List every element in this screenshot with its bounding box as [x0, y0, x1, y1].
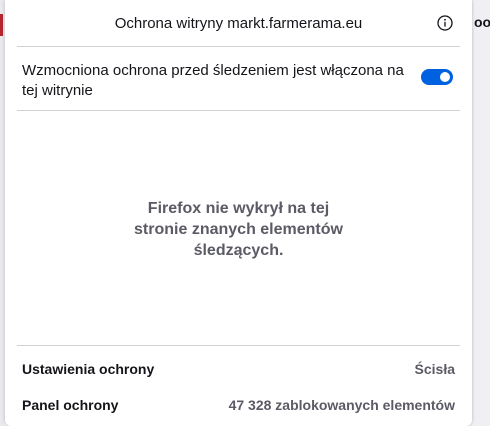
protection-dashboard-row[interactable]: Panel ochrony 47 328 zablokowanych eleme… [17, 390, 460, 420]
browser-background-left-edge [0, 0, 4, 426]
no-trackers-message-line: Firefox nie wykrył na tej [147, 200, 330, 217]
separator [17, 46, 460, 47]
blocked-trackers-count: 47 328 zablokowanych elementów [228, 397, 455, 413]
separator [17, 110, 460, 111]
info-icon[interactable] [437, 15, 453, 31]
panel-header: Ochrona witryny markt.farmerama.eu [5, 0, 472, 46]
protection-dashboard-label: Panel ochrony [22, 397, 119, 413]
browser-background-marker [0, 14, 3, 36]
no-trackers-message-line: stronie znanych elementów [134, 221, 343, 238]
separator [17, 345, 460, 346]
tracking-protection-status-text: Wzmocniona ochrona przed śledzeniem jest… [22, 62, 404, 99]
tracking-protection-toggle[interactable] [421, 69, 453, 85]
browser-background-text: oog [474, 14, 490, 30]
protection-settings-row[interactable]: Ustawienia ochrony Ścisła [17, 354, 460, 384]
no-trackers-message: Firefox nie wykrył na tej stronie znanyc… [5, 198, 472, 261]
no-trackers-message-line: śledzących. [193, 242, 284, 259]
protection-settings-value: Ścisła [414, 361, 455, 377]
panel-title: Ochrona witryny markt.farmerama.eu [114, 15, 363, 32]
protection-settings-label: Ustawienia ochrony [22, 361, 155, 377]
site-protection-panel: Ochrona witryny markt.farmerama.eu Wzmoc… [5, 0, 472, 426]
toggle-knob [440, 72, 450, 82]
